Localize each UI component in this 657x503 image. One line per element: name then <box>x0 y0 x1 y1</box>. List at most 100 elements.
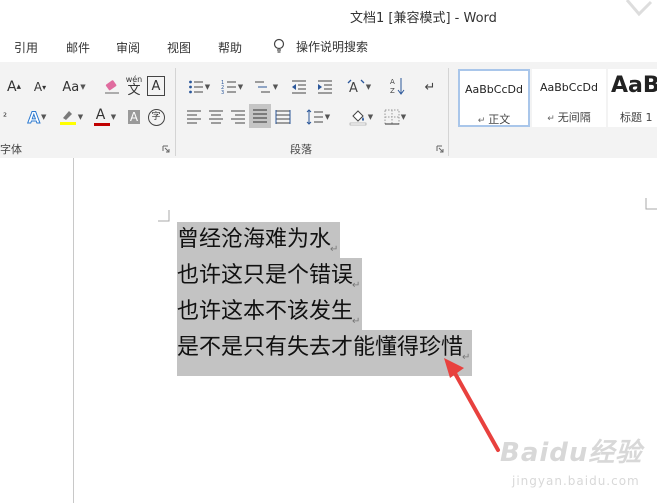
style-heading-1[interactable]: AaB 标题 1 <box>608 69 657 127</box>
borders-icon <box>384 109 400 125</box>
highlighter-icon <box>59 111 76 125</box>
decrease-indent-button[interactable] <box>288 76 310 98</box>
character-shading-label: A <box>127 110 141 124</box>
chevron-down-icon: ▼ <box>110 113 117 121</box>
bullets-button[interactable]: ▼ <box>184 76 214 98</box>
increase-indent-button[interactable] <box>314 76 336 98</box>
tab-review[interactable]: 审阅 <box>116 39 140 56</box>
tab-mailings[interactable]: 邮件 <box>66 39 90 56</box>
font-color-swatch: A <box>93 107 110 127</box>
text-line[interactable]: 也许这只是个错误↵ <box>177 258 472 304</box>
character-shading-button[interactable]: A <box>124 106 144 128</box>
line-text: 曾经沧海难为水 <box>177 227 332 252</box>
document-body[interactable]: 曾经沧海难为水↵ 也许这只是个错误↵ 也许这本不该发生↵ 是不是只有失去才能懂得… <box>177 222 473 376</box>
numbering-button[interactable]: 123 ▼ <box>217 76 247 98</box>
line-text: 是不是只有失去才能懂得珍惜 <box>177 335 464 360</box>
clear-formatting-button[interactable] <box>102 76 122 98</box>
title-bar: 文档1 [兼容模式] - Word <box>0 0 657 32</box>
tab-references[interactable]: 引用 <box>14 39 38 56</box>
distributed-icon <box>275 110 291 124</box>
enclose-characters-button[interactable]: 字 <box>146 106 166 128</box>
menu-bar: 引用 邮件 审阅 视图 帮助 操作说明搜索 <box>0 32 657 62</box>
paragraph-mark-icon: ↵ <box>424 79 436 95</box>
align-right-button[interactable] <box>228 106 248 128</box>
justify-icon <box>253 109 267 123</box>
style-sample: AaBbCcDd <box>540 81 598 94</box>
line-spacing-icon <box>306 109 323 125</box>
text-effects-button[interactable]: A ▼ <box>22 106 52 128</box>
chevron-down-icon: ▼ <box>400 113 407 121</box>
bullet-list-icon <box>188 80 203 94</box>
sort-button[interactable]: AZ <box>388 74 408 98</box>
paragraph-mark-icon: ↵ <box>330 244 339 255</box>
shrink-font-label: A <box>33 80 43 94</box>
style-normal[interactable]: AaBbCcDd ↵ 正文 <box>458 69 530 127</box>
lightbulb-icon <box>273 38 285 53</box>
justify-button[interactable] <box>249 104 271 128</box>
annotation-arrow-icon <box>444 358 500 452</box>
numbered-list-icon: 123 <box>221 80 236 95</box>
paragraph-mark-icon: ↵ <box>547 114 555 124</box>
paragraph-dialog-launcher-icon[interactable] <box>436 145 444 153</box>
style-sample: AaB <box>611 73 657 98</box>
text-line[interactable]: 是不是只有失去才能懂得珍惜↵ <box>177 330 473 376</box>
multilevel-list-icon <box>254 81 270 93</box>
svg-text:Z: Z <box>390 87 395 95</box>
superscript-button[interactable]: ² <box>0 106 10 128</box>
watermark-url: jingyan.baidu.com <box>512 474 640 488</box>
chevron-down-icon: ▼ <box>324 113 331 121</box>
chevron-down-icon: ▼ <box>365 83 372 91</box>
change-case-label: Aa <box>62 79 80 95</box>
paint-bucket-icon <box>349 110 367 126</box>
text-line[interactable]: 曾经沧海难为水↵ <box>177 222 472 268</box>
font-group-label: 字体 <box>0 143 22 156</box>
style-sample: AaBbCcDd <box>465 83 523 96</box>
highlight-color-button[interactable]: ▼ <box>56 106 86 128</box>
increase-indent-icon <box>318 80 332 94</box>
page-left-edge <box>73 158 74 503</box>
grow-font-label: A <box>6 79 17 95</box>
chevron-down-icon: ▼ <box>367 113 374 121</box>
chevron-down-icon: ▼ <box>237 83 244 91</box>
text-line[interactable]: 也许这本不该发生↵ <box>177 294 472 340</box>
paragraph-mark-icon: ↵ <box>352 316 361 327</box>
style-name: 标题 1 <box>620 109 657 125</box>
font-color-label: A <box>95 107 106 123</box>
chevron-down-icon: ▼ <box>272 83 279 91</box>
tab-help[interactable]: 帮助 <box>218 39 242 56</box>
align-left-button[interactable] <box>184 106 204 128</box>
window-title: 文档1 [兼容模式] - Word <box>350 11 497 26</box>
styles-gallery: AaBbCcDd ↵ 正文 AaBbCcDd ↵ 无间隔 AaB 标题 1 <box>458 69 657 129</box>
tell-me-search[interactable]: 操作说明搜索 <box>272 38 368 55</box>
grow-font-button[interactable]: A ▴ <box>2 76 26 98</box>
chevron-down-icon: ▼ <box>77 113 84 121</box>
line-spacing-button[interactable]: ▼ <box>303 106 333 128</box>
tab-view[interactable]: 视图 <box>167 39 191 56</box>
phonetic-guide-button[interactable]: wén 文 <box>124 72 144 100</box>
borders-button[interactable]: ▼ <box>380 106 410 128</box>
distributed-button[interactable] <box>273 106 293 128</box>
style-name: ↵ 无间隔 <box>532 109 606 125</box>
multilevel-list-button[interactable]: ▼ <box>250 76 282 98</box>
chevron-down-icon: ▼ <box>80 83 86 91</box>
left-margin-corner-mark <box>158 210 170 222</box>
enclose-char: 字 <box>147 108 165 126</box>
paragraph-mark-icon: ↵ <box>477 116 486 126</box>
shading-button[interactable]: ▼ <box>346 106 376 128</box>
eraser-icon <box>105 80 119 94</box>
change-case-button[interactable]: Aa ▼ <box>58 76 90 98</box>
chinese-layout-button[interactable]: A ▼ <box>344 76 374 98</box>
right-margin-corner-mark <box>645 198 657 210</box>
show-marks-button[interactable]: ↵ <box>420 76 440 98</box>
paragraph-mark-icon: ↵ <box>352 280 361 291</box>
phonetic-char: 文 <box>127 82 141 98</box>
character-border-button[interactable]: A <box>147 76 165 96</box>
font-color-button[interactable]: A ▼ <box>90 106 120 128</box>
line-text: 也许这本不该发生 <box>177 299 354 324</box>
shrink-font-button[interactable]: A ▾ <box>28 76 52 98</box>
font-dialog-launcher-icon[interactable] <box>162 145 170 153</box>
svg-text:A: A <box>390 78 395 86</box>
align-center-icon <box>209 110 223 124</box>
align-center-button[interactable] <box>206 106 226 128</box>
style-no-spacing[interactable]: AaBbCcDd ↵ 无间隔 <box>532 69 606 127</box>
